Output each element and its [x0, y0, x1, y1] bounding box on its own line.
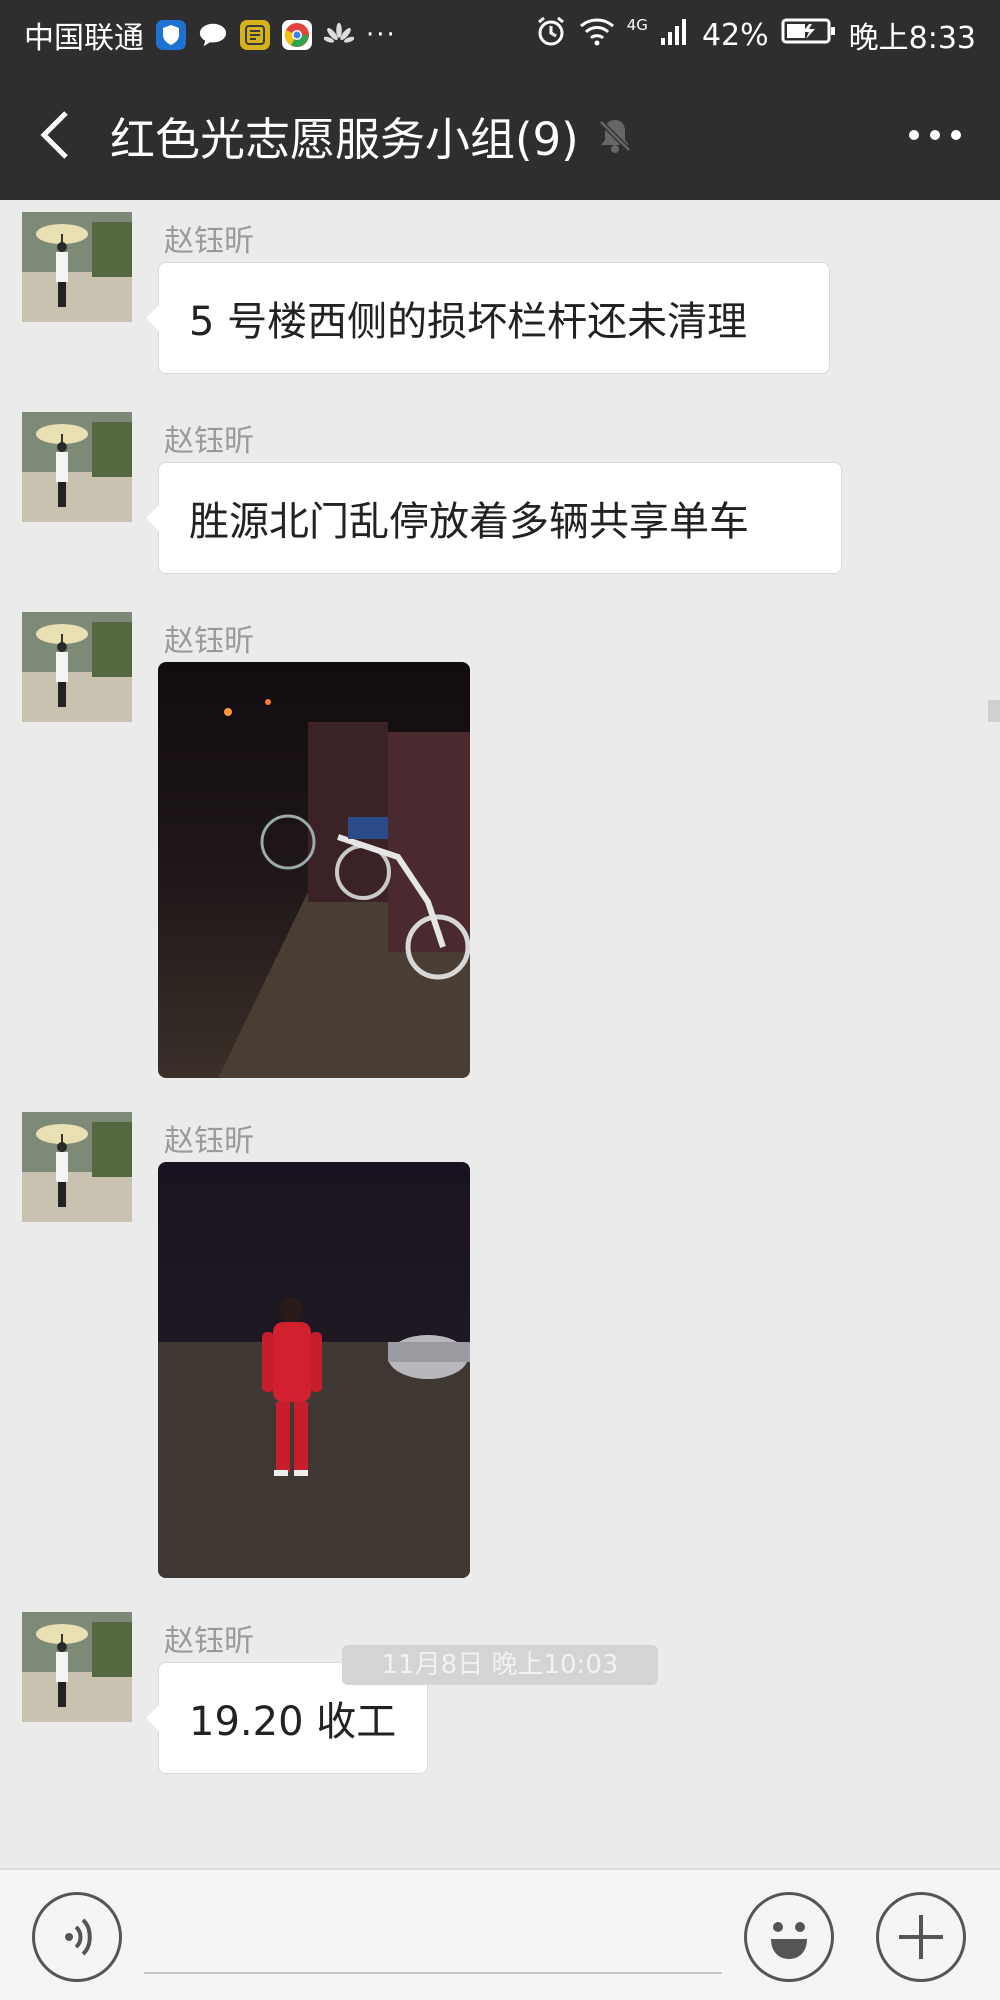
status-left: 中国联通 ···	[24, 13, 397, 57]
avatar[interactable]	[22, 1112, 132, 1222]
timestamp-chip: 11月8日 晚上10:03	[342, 1645, 658, 1685]
more-functions-button[interactable]	[876, 1892, 966, 1982]
chevron-left-icon	[40, 111, 68, 159]
browser-app-icon	[282, 20, 312, 50]
message-item: 赵钰昕	[0, 1100, 1000, 1600]
input-bar	[0, 1868, 1000, 2000]
scroll-indicator	[988, 700, 1000, 722]
voice-icon	[65, 1918, 92, 1956]
message-input[interactable]	[144, 1910, 722, 1974]
message-item: 赵钰昕	[0, 600, 1000, 1100]
sender-name: 赵钰昕	[164, 424, 254, 459]
status-right: 4G 42% 晚上8:33	[535, 13, 976, 57]
chat-title: 红色光志愿服务小组(9)	[110, 112, 579, 166]
message-list[interactable]: 赵钰昕 5 号楼西侧的损坏栏杆还未清理 赵钰昕 胜源北门乱停放着多辆共享单车 赵…	[0, 200, 1000, 1868]
more-options-button[interactable]	[870, 70, 1000, 200]
security-shield-icon	[156, 20, 186, 50]
avatar[interactable]	[22, 1612, 132, 1722]
muted-bell-icon	[597, 116, 633, 154]
clock-time: 晚上8:33	[848, 21, 976, 56]
sender-name: 赵钰昕	[164, 624, 254, 659]
sender-name: 赵钰昕	[164, 224, 254, 259]
image-message-person[interactable]	[158, 1162, 470, 1578]
message-item: 赵钰昕 19.20 收工	[0, 1600, 1000, 1790]
image-message-bikes[interactable]	[158, 662, 470, 1078]
alarm-clock-icon	[535, 15, 567, 55]
status-bar: 中国联通 ··· 4G 42% 晚上8:33	[0, 0, 1000, 70]
battery-percent: 42%	[701, 17, 769, 53]
sender-name: 赵钰昕	[164, 1624, 254, 1659]
avatar[interactable]	[22, 412, 132, 522]
emoji-button[interactable]	[744, 1892, 834, 1982]
avatar[interactable]	[22, 612, 132, 722]
message-bubble-icon	[198, 20, 228, 50]
signal-strength-icon	[660, 16, 690, 54]
reader-app-icon	[240, 20, 270, 50]
more-dots-icon	[909, 130, 961, 140]
more-notifications-indicator: ···	[366, 20, 397, 50]
avatar[interactable]	[22, 212, 132, 322]
voice-input-button[interactable]	[32, 1892, 122, 1982]
plus-icon	[899, 1915, 943, 1959]
wifi-icon	[579, 16, 615, 54]
carrier-name: 中国联通	[24, 21, 144, 56]
text-bubble[interactable]: 5 号楼西侧的损坏栏杆还未清理	[146, 262, 830, 374]
huawei-flower-icon	[324, 20, 354, 50]
back-button[interactable]	[0, 70, 110, 200]
text-bubble[interactable]: 胜源北门乱停放着多辆共享单车	[146, 462, 842, 574]
sender-name: 赵钰昕	[164, 1124, 254, 1159]
battery-charging-icon	[781, 17, 837, 53]
message-item: 赵钰昕 5 号楼西侧的损坏栏杆还未清理	[0, 200, 1000, 390]
smiley-face-icon	[771, 1922, 807, 1959]
network-type-label: 4G	[626, 16, 648, 34]
message-item: 赵钰昕 胜源北门乱停放着多辆共享单车	[0, 400, 1000, 590]
chat-header: 红色光志愿服务小组(9)	[0, 70, 1000, 200]
